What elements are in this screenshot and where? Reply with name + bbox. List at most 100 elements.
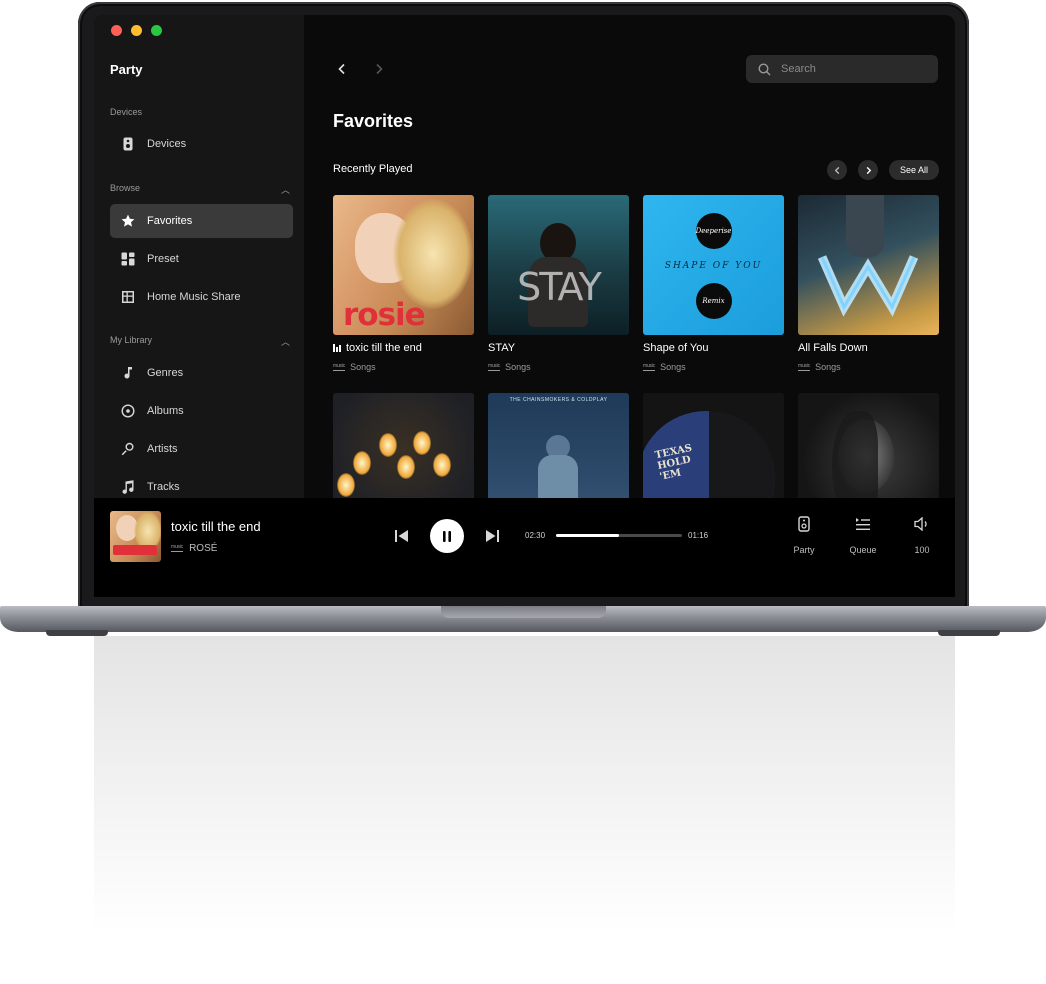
card-subtitle: Songs bbox=[660, 362, 686, 372]
now-playing-artist: ROSÉ bbox=[189, 543, 218, 554]
albums-icon bbox=[120, 404, 135, 419]
sidebar-item-preset[interactable]: Preset bbox=[110, 242, 293, 276]
see-all-button[interactable]: See All bbox=[889, 160, 939, 180]
search-placeholder: Search bbox=[781, 63, 816, 75]
sidebar: Party Devices Devices Browse ︿ Favorites… bbox=[94, 15, 310, 498]
genres-icon bbox=[120, 366, 135, 381]
preset-icon bbox=[120, 252, 135, 267]
chevron-left-icon bbox=[338, 63, 345, 75]
sidebar-item-artists[interactable]: Artists bbox=[110, 432, 293, 466]
sidebar-item-label: Genres bbox=[147, 367, 184, 379]
home-share-icon bbox=[120, 290, 135, 305]
previous-button[interactable] bbox=[393, 528, 409, 544]
card-subtitle: Songs bbox=[505, 362, 531, 372]
album-cover: STAY bbox=[488, 195, 629, 335]
artists-icon bbox=[120, 442, 135, 457]
sidebar-item-label: Albums bbox=[147, 405, 184, 417]
collapse-chevron-icon[interactable]: ︿ bbox=[281, 183, 290, 196]
card-subtitle: Songs bbox=[815, 362, 841, 372]
carousel-next-button[interactable] bbox=[858, 160, 878, 180]
pause-icon bbox=[443, 530, 451, 542]
player-bar: toxic till the end music ROSÉ 02:30 01:1… bbox=[94, 498, 955, 597]
progress-fill bbox=[556, 534, 619, 537]
album-cover-text: SHAPE OF YOU bbox=[664, 261, 763, 271]
forward-button[interactable] bbox=[371, 61, 387, 77]
carousel-prev-button[interactable] bbox=[827, 160, 847, 180]
sidebar-item-devices[interactable]: Devices bbox=[110, 127, 293, 161]
sidebar-item-home-music-share[interactable]: Home Music Share bbox=[110, 280, 293, 314]
close-window-button[interactable] bbox=[111, 25, 122, 36]
speaker-icon bbox=[784, 514, 824, 534]
party-label: Party bbox=[793, 545, 815, 555]
library-heading[interactable]: My Library ︿ bbox=[110, 335, 290, 348]
sidebar-item-genres[interactable]: Genres bbox=[110, 356, 293, 390]
speaker-icon bbox=[120, 137, 135, 152]
next-button[interactable] bbox=[484, 528, 500, 544]
collapse-chevron-icon[interactable]: ︿ bbox=[281, 335, 290, 348]
card-title: toxic till the end bbox=[346, 342, 422, 354]
amazon-music-icon: music bbox=[798, 362, 811, 371]
album-card[interactable]: rosie toxic till the end music Songs bbox=[333, 195, 474, 372]
amazon-music-icon: music bbox=[171, 544, 184, 552]
album-cover: Deeperise SHAPE OF YOU Remix bbox=[643, 195, 784, 335]
sidebar-item-albums[interactable]: Albums bbox=[110, 394, 293, 428]
sidebar-item-favorites[interactable]: Favorites bbox=[110, 204, 293, 238]
elapsed-time: 02:30 bbox=[525, 531, 546, 540]
sidebar-item-label: Favorites bbox=[147, 215, 193, 227]
album-cover-text: THE CHAINSMOKERS & COLDPLAY bbox=[509, 397, 608, 403]
maximize-window-button[interactable] bbox=[151, 25, 162, 36]
devices-heading: Devices bbox=[110, 107, 143, 117]
app-window: Party Devices Devices Browse ︿ Favorites… bbox=[94, 15, 955, 597]
amazon-music-icon: music bbox=[643, 362, 656, 371]
main-content: Search Favorites Recently Played See All… bbox=[316, 15, 955, 533]
minimize-window-button[interactable] bbox=[131, 25, 142, 36]
volume-icon bbox=[902, 514, 942, 534]
now-playing-title: toxic till the end bbox=[171, 519, 261, 534]
sidebar-item-label: Tracks bbox=[147, 481, 180, 493]
chevron-right-icon bbox=[866, 166, 871, 174]
page-title: Favorites bbox=[333, 111, 414, 131]
queue-label: Queue bbox=[849, 545, 877, 555]
card-title: All Falls Down bbox=[798, 342, 868, 354]
now-playing-icon bbox=[333, 344, 341, 352]
album-card[interactable]: Deeperise SHAPE OF YOU Remix Shape of Yo… bbox=[643, 195, 784, 372]
volume-button[interactable]: 100 bbox=[902, 514, 942, 555]
album-card[interactable]: STAY STAY music Songs bbox=[488, 195, 629, 372]
laptop-notch bbox=[441, 606, 606, 618]
sidebar-item-label: Artists bbox=[147, 443, 178, 455]
progress-slider[interactable] bbox=[556, 534, 682, 537]
star-icon bbox=[120, 214, 135, 229]
browse-heading[interactable]: Browse ︿ bbox=[110, 183, 290, 196]
card-subtitle: Songs bbox=[350, 362, 376, 372]
album-cover: rosie bbox=[333, 195, 474, 335]
skip-back-icon bbox=[394, 530, 408, 542]
now-playing-art[interactable] bbox=[110, 511, 161, 562]
skip-forward-icon bbox=[485, 530, 499, 542]
reflection-fade bbox=[0, 636, 1046, 984]
sidebar-item-label: Preset bbox=[147, 253, 179, 265]
window-controls bbox=[111, 25, 162, 36]
tracks-icon bbox=[120, 480, 135, 495]
card-title: Shape of You bbox=[643, 342, 709, 354]
card-title: STAY bbox=[488, 342, 516, 354]
pause-button[interactable] bbox=[430, 519, 464, 553]
queue-icon bbox=[843, 514, 883, 534]
remaining-time: 01:16 bbox=[688, 531, 709, 540]
chevron-left-icon bbox=[834, 166, 839, 174]
search-input[interactable]: Search bbox=[746, 55, 938, 83]
queue-button[interactable]: Queue bbox=[843, 514, 883, 555]
album-cover bbox=[798, 195, 939, 335]
album-cover-text: Remix bbox=[702, 297, 725, 305]
back-button[interactable] bbox=[334, 61, 350, 77]
album-cover-text: Deeperise bbox=[695, 227, 732, 235]
app-title: Party bbox=[110, 62, 143, 77]
amazon-music-icon: music bbox=[488, 362, 501, 371]
search-icon bbox=[758, 62, 771, 76]
party-button[interactable]: Party bbox=[784, 514, 824, 555]
album-cover-text: STAY bbox=[517, 265, 602, 309]
volume-label: 100 bbox=[914, 545, 930, 555]
sidebar-item-label: Devices bbox=[147, 138, 187, 150]
album-card[interactable]: All Falls Down music Songs bbox=[798, 195, 939, 372]
section-title: Recently Played bbox=[333, 163, 413, 175]
chevron-right-icon bbox=[376, 63, 383, 75]
